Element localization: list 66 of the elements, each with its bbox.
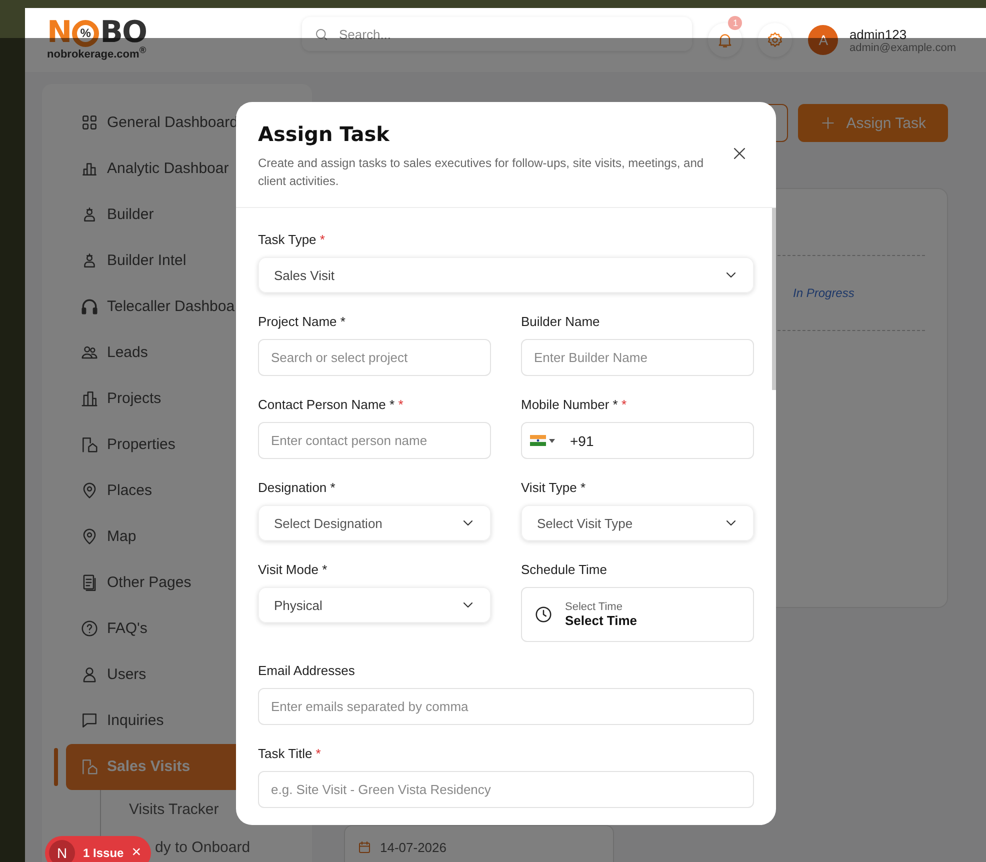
user-email: admin@example.com — [849, 42, 956, 54]
sidebar-item[interactable]: Map — [80, 514, 176, 560]
issue-count: 1 Issue — [83, 846, 124, 860]
field-label: Project Name * — [258, 314, 346, 330]
search-field[interactable]: Search... — [302, 17, 692, 51]
field-label: Contact Person Name * * — [258, 397, 404, 413]
input-field[interactable]: Enter contact person name — [258, 422, 491, 459]
dropdown[interactable]: Physical — [258, 587, 491, 623]
sidebar-item[interactable]: Places — [80, 468, 192, 514]
sidebar-item[interactable]: Builder Intel — [80, 238, 226, 284]
task-date: 14-07-2026 — [380, 840, 446, 855]
field-label: Builder Name — [521, 314, 601, 330]
close-icon[interactable]: × — [132, 844, 142, 862]
issue-badge[interactable]: N 1 Issue × — [45, 836, 152, 862]
field-label: Visit Type * — [521, 480, 587, 496]
field-label: Schedule Time — [521, 562, 608, 578]
user-name: admin123 — [849, 26, 908, 42]
modal-title: Assign Task — [258, 122, 391, 146]
settings-icon — [766, 31, 784, 49]
search-placeholder: Search... — [339, 26, 392, 42]
building-icon — [80, 389, 99, 408]
dropdown[interactable]: Sales Visit — [258, 257, 754, 293]
grid-icon — [80, 113, 99, 132]
calendar-icon — [357, 840, 372, 855]
field-label: Visit Mode * — [258, 562, 328, 578]
sidebar-item[interactable]: Builder — [80, 192, 194, 238]
field-label: Mobile Number * * — [521, 397, 628, 413]
sidebar-item[interactable]: Leads — [80, 330, 188, 376]
input-field[interactable]: Enter emails separated by comma — [258, 688, 754, 725]
input-field[interactable]: e.g. Site Visit - Green Vista Residency — [258, 771, 754, 808]
plus-icon — [820, 115, 836, 131]
input-field[interactable]: Enter Builder Name — [521, 339, 754, 376]
modal-subtitle: Create and assign tasks to sales executives for follow-ups, site visits, meetings, and client activities. — [258, 155, 705, 190]
time-picker[interactable]: Select Time Select Time — [521, 587, 754, 642]
sidebar-item[interactable]: Other Pages — [80, 560, 232, 606]
assign-task-button[interactable]: Assign Task — [798, 104, 948, 142]
flag-icon — [530, 435, 546, 446]
clock-icon — [534, 605, 553, 624]
sidebar-item[interactable]: Properties — [80, 422, 216, 468]
search-icon — [314, 26, 329, 42]
dropdown[interactable]: Select Visit Type — [521, 505, 754, 541]
close-button[interactable] — [731, 145, 748, 162]
field-label: Designation * — [258, 480, 336, 496]
field-label: Email Addresses — [258, 663, 356, 679]
close-icon — [731, 145, 748, 162]
app-logo: N — [49, 840, 75, 862]
chat-icon — [80, 711, 99, 730]
percent-ring-icon: % — [72, 20, 100, 47]
help-icon — [80, 619, 99, 638]
house-icon — [80, 435, 99, 454]
notification-count: 1 — [728, 16, 742, 30]
settings-button[interactable] — [758, 23, 792, 57]
dropdown[interactable]: Select Designation — [258, 505, 491, 541]
country-selector[interactable] — [530, 435, 555, 446]
house-icon — [80, 757, 99, 776]
sidebar-item[interactable]: Users — [80, 652, 186, 698]
caret-icon — [549, 438, 555, 442]
sidebar-item[interactable]: Inquiries — [80, 698, 204, 744]
phone-input[interactable]: +91 — [570, 432, 594, 448]
status-text: In Progress — [793, 286, 854, 300]
headphones-icon — [80, 297, 99, 316]
logo-domain: nobrokerage.com$^{®}$ — [47, 45, 148, 61]
sidebar-item[interactable]: Projects — [80, 376, 202, 422]
input-field[interactable]: Search or select project — [258, 339, 491, 376]
field-label: Task Type * — [258, 232, 326, 248]
sidebar-item[interactable]: FAQ's — [80, 606, 188, 652]
